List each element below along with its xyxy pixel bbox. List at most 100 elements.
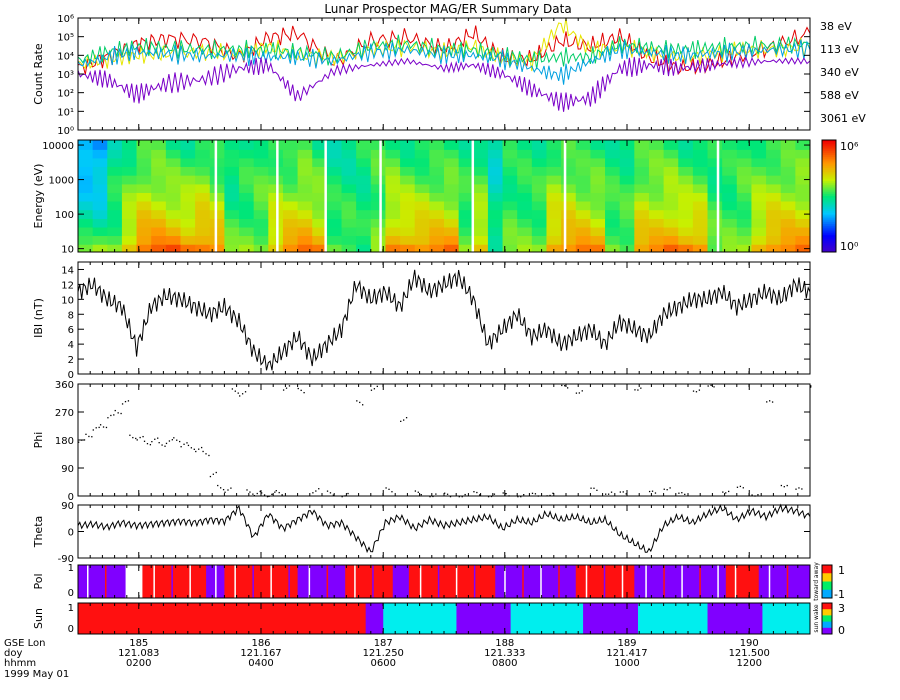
spectrogram-cell	[707, 200, 723, 211]
spectrogram-cell	[92, 140, 108, 150]
spectrogram-cell	[751, 227, 767, 237]
spectrogram-cell	[370, 235, 386, 245]
polarity-stripe	[585, 565, 588, 598]
polarity-stripe	[734, 565, 737, 598]
spectrogram-cell	[780, 209, 796, 219]
phi-ytick-label: 90	[61, 464, 74, 475]
spectrogram-cell	[282, 209, 299, 219]
spectrogram-cell	[209, 192, 225, 202]
polarity-segment	[575, 565, 635, 598]
spectrogram-cell	[590, 157, 606, 167]
polarity-colorbar-cell	[822, 581, 832, 591]
sun-colorbar-cell	[822, 627, 832, 635]
time-axis-hhmm: 1000	[614, 658, 639, 669]
spectrogram-cell	[561, 235, 577, 245]
spectrogram-cell	[561, 183, 577, 193]
spectrogram-cell	[605, 175, 621, 185]
phi-point	[596, 489, 598, 491]
spectrogram-cell	[780, 149, 796, 159]
phi-point	[190, 447, 193, 449]
phi-point	[795, 488, 797, 490]
spectrogram-cell	[414, 227, 430, 237]
phi-point	[282, 389, 285, 391]
spectrogram-cell	[546, 166, 562, 176]
spectrogram-cell	[487, 227, 504, 237]
spectrogram-cell	[92, 200, 108, 211]
polarity-colorbar-min: -1	[834, 588, 845, 601]
spectrogram-gap	[379, 140, 382, 252]
spectrogram-cell	[370, 166, 386, 176]
spectrogram-cell	[634, 218, 650, 228]
spectrogram-cell	[546, 149, 562, 159]
polarity-colorbar-caption: toward away	[813, 562, 820, 601]
spectrogram-cell	[107, 175, 123, 185]
spectrogram-cell	[78, 235, 94, 245]
spectrogram-cell	[692, 200, 709, 211]
spectrogram-cell	[648, 183, 665, 193]
spectrogram-cell	[722, 218, 738, 228]
spectrogram-cell	[678, 140, 694, 150]
phi-point	[271, 493, 273, 496]
polarity-segment	[392, 565, 410, 598]
spectrogram-cell	[224, 244, 240, 253]
phi-point	[403, 419, 405, 421]
phi-point	[713, 386, 715, 388]
spectrogram-cell	[78, 149, 94, 159]
spectrogram-cell	[180, 157, 196, 167]
spectrogram-cell	[151, 200, 167, 211]
spectrogram-cell	[121, 175, 138, 185]
spectrogram-cell	[663, 200, 679, 211]
spectrogram-cell	[165, 200, 181, 211]
spectrogram-cell	[575, 166, 591, 176]
phi-point	[124, 400, 127, 403]
spectrogram-cell	[195, 140, 211, 150]
spectrogram-cell	[707, 218, 723, 228]
spectrogram-cell	[282, 218, 299, 228]
sun-ylabel: Sun	[32, 608, 45, 629]
spectrogram-cell	[605, 192, 621, 202]
spectrogram-cell	[180, 192, 196, 202]
phi-point	[622, 491, 624, 493]
spectrogram-cell	[736, 157, 752, 167]
spectrogram-cell	[239, 157, 255, 167]
spectrogram-cell	[268, 200, 284, 211]
spectrogram-cell	[766, 157, 782, 167]
spectrogram-cell	[341, 235, 357, 245]
spectrogram-cell	[590, 244, 606, 253]
spectrogram-cell	[619, 218, 635, 228]
spectrogram-cell	[444, 209, 460, 219]
spectrogram-cell	[400, 235, 416, 245]
spectrogram-cell	[736, 209, 752, 219]
spectrogram-cell	[663, 209, 679, 219]
spectrogram-cell	[678, 166, 694, 176]
polarity-stripe	[270, 565, 272, 598]
spectrogram-cell	[165, 166, 181, 176]
spectrogram-cell	[297, 149, 313, 159]
phi-frame	[77, 383, 811, 497]
phi-point	[98, 426, 100, 429]
phi-point	[678, 492, 680, 494]
count-rate-ytick-label: 10⁴	[57, 51, 74, 62]
spectrogram-cell	[385, 244, 401, 253]
spectrogram-cell	[605, 227, 621, 237]
phi-point	[91, 436, 93, 438]
count-rate-ytick-label: 10⁶	[57, 14, 74, 25]
spectrogram-cell	[780, 166, 796, 176]
phi-point	[476, 491, 478, 494]
spectrogram-cell	[195, 149, 211, 159]
spectrogram-cell	[692, 157, 709, 167]
time-axis: GSE Londoyhhmm1999 May 01185121.08302001…	[4, 638, 770, 680]
spectrogram-cell	[766, 235, 782, 245]
spectrogram-cell	[151, 227, 167, 237]
spectrogram-cell	[253, 235, 269, 245]
phi-point	[278, 491, 280, 494]
phi-point	[607, 493, 610, 495]
polarity-colorbar-cell	[822, 565, 832, 574]
spectrogram-cell	[458, 175, 474, 185]
spectrogram-cell	[107, 235, 123, 245]
spectrogram-cell	[619, 209, 635, 219]
spectrogram-cell	[590, 149, 606, 159]
spectrogram-cell	[722, 235, 738, 245]
phi-point	[263, 494, 266, 496]
spectrogram-cell	[370, 200, 386, 211]
